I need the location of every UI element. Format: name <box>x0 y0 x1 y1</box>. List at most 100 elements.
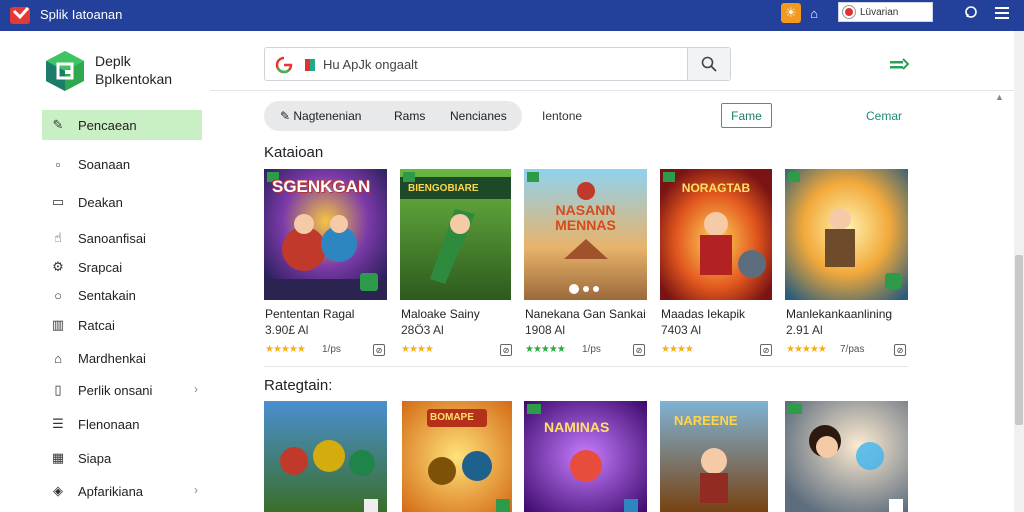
scrollbar[interactable] <box>1014 31 1024 512</box>
sidebar-item-flenonaan[interactable]: ☰ Flenonaan <box>42 409 202 439</box>
pencil-icon: ✎ <box>280 109 294 123</box>
badge-icon: ⊘ <box>500 344 512 356</box>
game-download-count: 3.90£ Al <box>265 323 309 337</box>
square-icon: ▫ <box>55 156 61 172</box>
search-icon <box>701 56 717 72</box>
section-divider <box>264 366 908 367</box>
header-divider <box>210 90 1014 91</box>
chat-icon[interactable] <box>961 3 981 23</box>
badge-icon: ⊘ <box>373 344 385 356</box>
sidebar-item-label: Deakan <box>78 194 123 210</box>
sidebar-item-srapcai[interactable]: ⚙ Srapcai <box>42 252 202 282</box>
game-title[interactable]: Maadas Iekapik <box>661 307 745 321</box>
sidebar-item-label: Srapcai <box>78 259 123 275</box>
notification-icon[interactable]: ☀ <box>781 3 801 23</box>
home-icon[interactable]: ⌂ <box>804 3 824 23</box>
sidebar-item-apfarikiana[interactable]: ◈ Apfarikiana › <box>42 476 202 506</box>
sidebar-item-label: Apfarikiana <box>78 483 144 499</box>
gear-icon: ⚙ <box>52 259 64 274</box>
game-banner-text: NORAGTAB <box>681 181 751 195</box>
sidebar-item-soanaan[interactable]: ▫ Soanaan <box>42 149 202 179</box>
menu-icon[interactable] <box>992 3 1012 23</box>
badge-icon: ⊘ <box>633 344 645 356</box>
badge-icon: ⊘ <box>894 344 906 356</box>
table-icon: ▦ <box>51 450 65 465</box>
tab-rams[interactable]: Rams <box>394 109 425 123</box>
game-thumbnail[interactable]: NORAGTAB <box>660 169 772 300</box>
game-thumbnail[interactable]: NAMINAS <box>524 401 647 512</box>
scrollbar-thumb[interactable] <box>1015 255 1023 425</box>
fame-button[interactable]: Fame <box>721 103 772 128</box>
app-logo-icon <box>10 7 30 24</box>
list-icon: ☰ <box>52 416 64 431</box>
titlebar-search[interactable]: Lüvarian <box>838 2 933 22</box>
hand-icon: ☝ <box>54 230 62 245</box>
titlebar-search-text: Lüvarian <box>860 6 899 18</box>
badge-icon: ⊘ <box>760 344 772 356</box>
game-download-count: 7403 Al <box>661 323 702 337</box>
game-title[interactable]: Pententan Ragal <box>265 307 354 321</box>
sidebar-item-perlik-onsani[interactable]: ▯ Perlik onsani › <box>42 375 202 405</box>
game-banner-text: BOMAPE <box>430 412 474 423</box>
sidebar-item-label: Perlik onsani <box>78 382 153 398</box>
tab-ientone[interactable]: Ientone <box>542 109 582 123</box>
tab-nagtenenian[interactable]: ✎ Nagtenenian <box>280 109 361 123</box>
game-thumbnail[interactable]: BOMAPE <box>402 401 512 512</box>
chart-icon: ▥ <box>51 317 65 332</box>
game-thumbnail[interactable]: NAREENE <box>660 401 768 512</box>
game-thumbnail[interactable] <box>785 401 908 512</box>
sidebar: Deplk Bplkentokan ✎ Pencaean ▫ Soanaan ▭… <box>0 31 210 512</box>
brand-name-line2: Bplkentokan <box>95 71 173 87</box>
search-bar[interactable]: Hu ApJk ongaalt <box>264 47 731 81</box>
sidebar-item-mardhenkai[interactable]: ⌂ Mardhenkai <box>42 343 202 373</box>
game-banner-text: NASANN MENNAS <box>555 202 616 233</box>
game-title[interactable]: Maloake Sainy <box>401 307 480 321</box>
game-title[interactable]: Manlekankaanlining <box>786 307 892 321</box>
title-bar: Splik Iatoanan ☀ ⌂ Lüvarian <box>0 0 1024 31</box>
flag-icon <box>305 59 315 71</box>
game-download-count: 2.91 Al <box>786 323 823 337</box>
game-thumbnail[interactable]: BIENGOBIARE <box>400 169 511 300</box>
sidebar-item-sentakain[interactable]: ○ Sentakain <box>42 280 202 310</box>
book-icon: ▭ <box>51 194 65 209</box>
tab-group: ✎ Nagtenenian Rams Nencianes <box>264 101 522 131</box>
game-rating: 7/pas <box>840 344 865 355</box>
search-button[interactable] <box>687 48 730 80</box>
game-banner-text: BIENGOBIARE <box>408 183 479 194</box>
chevron-right-icon: › <box>194 483 198 497</box>
folder-icon: ▯ <box>54 382 62 397</box>
sidebar-item-label: Pencaean <box>78 117 137 133</box>
menu-toggle-icon[interactable] <box>888 56 910 72</box>
game-title[interactable]: Nanekana Gan Sankai <box>525 307 646 321</box>
sidebar-item-label: Sanoanfisai <box>78 230 146 246</box>
sidebar-item-deakan[interactable]: ▭ Deakan <box>42 187 202 217</box>
scroll-up-arrow-icon[interactable]: ▲ <box>995 92 1004 102</box>
game-banner-text: NAMINAS <box>544 419 610 435</box>
app-title: Splik Iatoanan <box>40 7 123 22</box>
brand-logo-icon <box>46 51 84 91</box>
sidebar-item-label: Soanaan <box>78 156 131 172</box>
rating-stars: ★★★★★ <box>525 344 566 355</box>
search-input[interactable]: Hu ApJk ongaalt <box>323 57 418 72</box>
game-thumbnail[interactable]: SGENKGAN <box>264 169 387 300</box>
tab-nencianes[interactable]: Nencianes <box>450 109 507 123</box>
rating-stars: ★★★★ <box>401 344 434 355</box>
sidebar-item-ratcai[interactable]: ▥ Ratcai <box>42 310 202 340</box>
sidebar-item-sanoanfisai[interactable]: ☝ Sanoanfisai <box>42 223 202 253</box>
game-thumbnail[interactable]: NASANN MENNAS <box>524 169 647 300</box>
game-rating: 1/ps <box>582 344 601 355</box>
circle-icon: ○ <box>54 287 62 303</box>
sidebar-item-pencaean[interactable]: ✎ Pencaean <box>42 110 202 140</box>
game-thumbnail[interactable] <box>785 169 908 300</box>
rating-stars: ★★★★★ <box>265 344 306 355</box>
chevron-right-icon: › <box>194 382 198 396</box>
sidebar-item-siapa[interactable]: ▦ Siapa <box>42 443 202 473</box>
sidebar-item-label: Flenonaan <box>78 416 140 432</box>
game-download-count: 1908 Al <box>525 323 566 337</box>
cemar-link[interactable]: Cemar <box>866 109 902 123</box>
game-banner-text: SGENKGAN <box>272 177 371 196</box>
sidebar-item-label: Siapa <box>78 450 112 466</box>
game-rating: 1/ps <box>322 344 341 355</box>
rating-stars: ★★★★ <box>661 344 694 355</box>
game-thumbnail[interactable] <box>264 401 387 512</box>
